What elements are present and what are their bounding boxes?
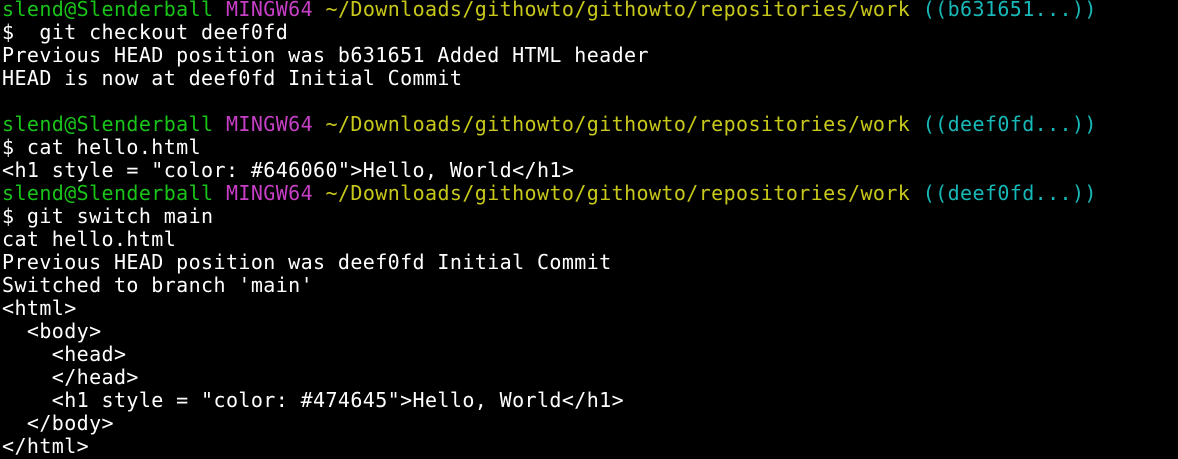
terminal-window[interactable]: slend@Slenderball MINGW64 ~/Downloads/gi… [0,0,1178,459]
output-line: Previous HEAD position was deef0fd Initi… [2,250,612,274]
prompt-line: slend@Slenderball MINGW64 ~/Downloads/gi… [2,113,1178,136]
prompt-system: MINGW64 [225,181,314,205]
output-line: </body> [2,411,114,435]
prompt-path: ~/Downloads/githowto/githowto/repositori… [325,112,911,136]
output-line: HEAD is now at deef0fd Initial Commit [2,66,463,90]
output-line: <h1 style = "color: #474645">Hello, Worl… [2,388,625,412]
prompt-path: ~/Downloads/githowto/githowto/repositori… [325,0,911,21]
prompt-branch: ((deef0fd...)) [922,181,1097,205]
output-line: </html> [2,434,90,458]
output-line: <body> [2,319,102,343]
prompt-user-host: slend@Slenderball [2,181,214,205]
prompt-line: slend@Slenderball MINGW64 ~/Downloads/gi… [2,0,1178,21]
prompt-line: slend@Slenderball MINGW64 ~/Downloads/gi… [2,182,1178,205]
prompt-path: ~/Downloads/githowto/githowto/repositori… [325,181,911,205]
prompt-branch: ((deef0fd...)) [922,112,1097,136]
output-line: cat hello.html [2,227,177,251]
command-line: $ cat hello.html [2,135,202,159]
prompt-system: MINGW64 [225,0,314,21]
prompt-user-host: slend@Slenderball [2,112,214,136]
output-line: <h1 style = "color: #646060">Hello, Worl… [2,158,575,182]
output-line: </head> [2,365,139,389]
output-line: <html> [2,296,77,320]
output-line: Previous HEAD position was b631651 Added… [2,43,649,67]
prompt-system: MINGW64 [225,112,314,136]
prompt-branch: ((b631651...)) [922,0,1097,21]
prompt-user-host: slend@Slenderball [2,0,214,21]
command-line: $ git switch main [2,204,214,228]
command-line: $ git checkout deef0fd [2,20,289,44]
output-line: <head> [2,342,127,366]
output-line: Switched to branch 'main' [2,273,314,297]
